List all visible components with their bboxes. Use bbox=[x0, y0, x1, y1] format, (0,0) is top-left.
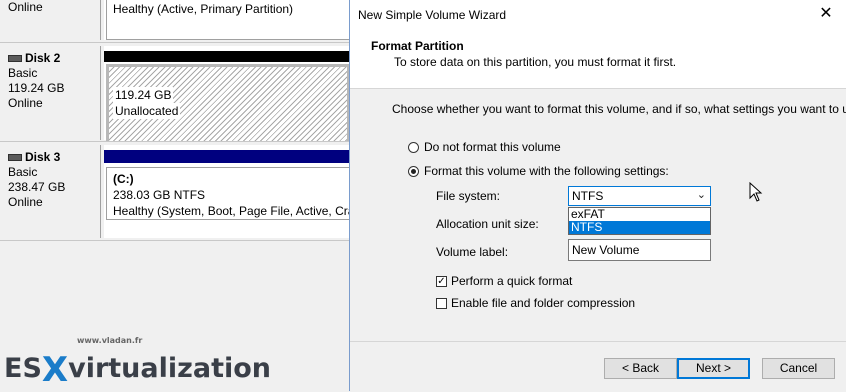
file-system-value: NTFS bbox=[572, 189, 604, 203]
chevron-down-icon: ⌄ bbox=[696, 189, 706, 201]
intro-text: Choose whether you want to format this v… bbox=[392, 102, 846, 116]
radio-label: Format this volume with the following se… bbox=[424, 164, 669, 178]
partition-health: Healthy (System, Boot, Page File, Active… bbox=[113, 204, 350, 218]
radio-no-format[interactable]: Do not format this volume bbox=[408, 140, 561, 154]
partition-area-disk3: (C:) 238.03 GB NTFS Healthy (System, Boo… bbox=[104, 145, 350, 238]
partition-box[interactable]: Healthy (Active, Primary Partition) bbox=[106, 0, 350, 40]
partition-size: 238.03 GB NTFS bbox=[113, 188, 206, 202]
esx-virtualization-logo: www.vladan.fr ESXvirtualization bbox=[0, 322, 271, 391]
wizard-title: New Simple Volume Wizard bbox=[358, 8, 507, 22]
volume-label-label: Volume label: bbox=[436, 245, 509, 259]
disk-management-panel: Online Healthy (Active, Primary Partitio… bbox=[0, 0, 350, 391]
volume-label-value: New Volume bbox=[572, 243, 640, 257]
next-button[interactable]: Next > bbox=[677, 358, 750, 379]
mouse-cursor-icon bbox=[749, 182, 763, 202]
disk-status: Online bbox=[8, 96, 43, 110]
disk-row-top: Online Healthy (Active, Primary Partitio… bbox=[0, 0, 350, 40]
logo-es: ES bbox=[4, 353, 42, 384]
radio-circle[interactable] bbox=[408, 141, 419, 153]
logo-wordmark: ESXvirtualization bbox=[4, 346, 272, 390]
disk-icon bbox=[8, 154, 22, 161]
partition-bar bbox=[104, 51, 350, 62]
wizard-header: Format Partition To store data on this p… bbox=[350, 33, 846, 89]
checkbox-label: Enable file and folder compression bbox=[451, 296, 636, 310]
radio-format[interactable]: Format this volume with the following se… bbox=[408, 164, 669, 178]
disk-info-top: Online bbox=[0, 0, 101, 40]
file-system-select[interactable]: NTFS ⌄ bbox=[568, 186, 711, 206]
row-divider bbox=[0, 240, 350, 244]
disk-type: Basic bbox=[8, 165, 38, 179]
header-subtitle: To store data on this partition, you mus… bbox=[394, 55, 677, 69]
quick-format-checkbox[interactable]: ✓ Perform a quick format bbox=[436, 274, 572, 288]
volume-label-input[interactable]: New Volume bbox=[568, 239, 711, 261]
disk-type: Basic bbox=[8, 66, 38, 80]
partition-area-top: Healthy (Active, Primary Partition) bbox=[104, 0, 350, 40]
cancel-button[interactable]: Cancel bbox=[762, 358, 835, 379]
header-title: Format Partition bbox=[371, 39, 464, 53]
close-icon[interactable]: ✕ bbox=[816, 4, 836, 24]
partition-state: Unallocated bbox=[113, 103, 181, 119]
file-system-dropdown: exFAT NTFS bbox=[568, 207, 711, 235]
checkbox-label: Perform a quick format bbox=[451, 274, 573, 288]
wizard-footer: < Back Next > Cancel bbox=[350, 341, 846, 392]
partition-label: (C:) bbox=[113, 172, 134, 186]
disk-name: Disk 3 bbox=[8, 150, 100, 165]
disk-name-label: Disk 3 bbox=[25, 150, 61, 164]
logo-x: X bbox=[41, 350, 69, 390]
partition-size: 119.24 GB bbox=[113, 87, 174, 103]
checkbox-unchecked-icon[interactable] bbox=[436, 297, 447, 309]
partition-bar bbox=[104, 150, 350, 163]
allocation-unit-label: Allocation unit size: bbox=[436, 217, 539, 231]
disk-info-disk3[interactable]: Disk 3 Basic 238.47 GB Online bbox=[0, 145, 101, 238]
radio-label: Do not format this volume bbox=[424, 140, 561, 154]
disk-size: 238.47 GB bbox=[8, 180, 66, 194]
logo-virtualization: virtualization bbox=[68, 353, 272, 384]
back-button[interactable]: < Back bbox=[604, 358, 677, 379]
compression-checkbox[interactable]: Enable file and folder compression bbox=[436, 296, 635, 310]
disk-size: 119.24 GB bbox=[8, 81, 65, 95]
partition-health: Healthy (Active, Primary Partition) bbox=[113, 2, 294, 16]
logo-url: www.vladan.fr bbox=[77, 336, 143, 345]
file-system-label: File system: bbox=[436, 189, 501, 203]
disk-row-disk3: Disk 3 Basic 238.47 GB Online (C:) 238.0… bbox=[0, 145, 350, 238]
disk-name: Disk 2 bbox=[8, 51, 100, 66]
radio-circle-selected[interactable] bbox=[408, 165, 419, 177]
disk-status: Online bbox=[8, 0, 43, 14]
disk-info-disk2[interactable]: Disk 2 Basic 119.24 GB Online bbox=[0, 46, 101, 140]
disk-icon bbox=[8, 55, 22, 62]
new-simple-volume-wizard: New Simple Volume Wizard ✕ Format Partit… bbox=[349, 0, 846, 392]
disk-row-disk2: Disk 2 Basic 119.24 GB Online 119.24 GB … bbox=[0, 46, 350, 160]
disk-name-label: Disk 2 bbox=[25, 51, 61, 65]
checkbox-checked-icon[interactable]: ✓ bbox=[436, 275, 447, 287]
disk-status: Online bbox=[8, 195, 43, 209]
wizard-body: Choose whether you want to format this v… bbox=[350, 89, 846, 341]
system-partition[interactable]: (C:) 238.03 GB NTFS Healthy (System, Boo… bbox=[106, 167, 350, 220]
dropdown-option-ntfs[interactable]: NTFS bbox=[569, 221, 710, 234]
partition-area-disk2: 119.24 GB Unallocated bbox=[104, 46, 350, 160]
